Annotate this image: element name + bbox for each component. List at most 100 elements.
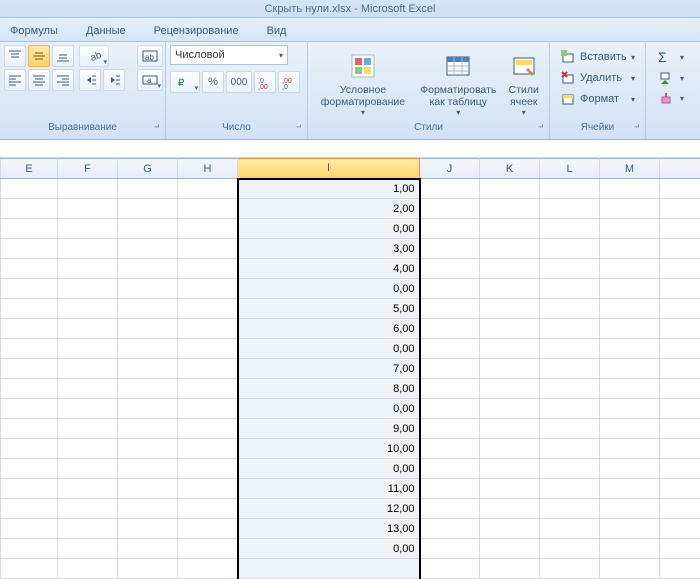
- cell[interactable]: [118, 379, 178, 399]
- cell[interactable]: [58, 319, 118, 339]
- column-header[interactable]: G: [118, 159, 178, 179]
- column-header[interactable]: H: [178, 159, 238, 179]
- cell[interactable]: [600, 399, 660, 419]
- cell[interactable]: [118, 359, 178, 379]
- group-cells-label[interactable]: Ячейки: [554, 122, 641, 138]
- cell[interactable]: 0,00: [238, 219, 420, 239]
- cell[interactable]: [118, 219, 178, 239]
- clear-button[interactable]: ▾: [654, 89, 688, 107]
- number-format-select[interactable]: Числовой ▾: [170, 45, 288, 65]
- cell[interactable]: [178, 399, 238, 419]
- cell[interactable]: [420, 419, 480, 439]
- cell[interactable]: [1, 219, 58, 239]
- cell[interactable]: [540, 479, 600, 499]
- cell[interactable]: [660, 459, 700, 479]
- cell[interactable]: [178, 319, 238, 339]
- cell[interactable]: [420, 339, 480, 359]
- cell[interactable]: [600, 299, 660, 319]
- cell[interactable]: [58, 299, 118, 319]
- cell[interactable]: [58, 459, 118, 479]
- cell[interactable]: [540, 499, 600, 519]
- cell[interactable]: 8,00: [238, 379, 420, 399]
- cell[interactable]: [1, 359, 58, 379]
- tab-data[interactable]: Данные: [84, 21, 128, 41]
- cell[interactable]: [118, 199, 178, 219]
- cell[interactable]: [420, 259, 480, 279]
- cell[interactable]: [660, 219, 700, 239]
- cell[interactable]: [480, 339, 540, 359]
- column-header[interactable]: E: [1, 159, 58, 179]
- cell[interactable]: 3,00: [238, 239, 420, 259]
- cell[interactable]: [1, 179, 58, 199]
- cell[interactable]: [660, 199, 700, 219]
- tab-review[interactable]: Рецензирование: [152, 21, 241, 41]
- cell[interactable]: [480, 299, 540, 319]
- cell[interactable]: [58, 499, 118, 519]
- cell-styles-button[interactable]: Стили ячеек▾: [503, 47, 545, 120]
- cell[interactable]: [1, 459, 58, 479]
- cell[interactable]: [660, 559, 700, 579]
- cell[interactable]: [58, 239, 118, 259]
- increase-indent-button[interactable]: [103, 69, 125, 91]
- table-row[interactable]: 0,00: [1, 339, 700, 359]
- cell[interactable]: [600, 499, 660, 519]
- cell[interactable]: [178, 459, 238, 479]
- cell[interactable]: [540, 239, 600, 259]
- cell[interactable]: [58, 219, 118, 239]
- cell[interactable]: [480, 419, 540, 439]
- cell[interactable]: [238, 559, 420, 579]
- cell[interactable]: [660, 339, 700, 359]
- cell[interactable]: [118, 439, 178, 459]
- cell[interactable]: [480, 519, 540, 539]
- cell[interactable]: [660, 259, 700, 279]
- table-row[interactable]: 5,00: [1, 299, 700, 319]
- group-styles-label[interactable]: Стили: [312, 122, 545, 138]
- cell[interactable]: [178, 239, 238, 259]
- grid-table[interactable]: EFGHIJKLM 1,002,000,003,004,000,005,006,…: [0, 158, 700, 579]
- cell[interactable]: [660, 439, 700, 459]
- table-row[interactable]: 0,00: [1, 399, 700, 419]
- cell[interactable]: [540, 279, 600, 299]
- cell[interactable]: 0,00: [238, 339, 420, 359]
- group-number-label[interactable]: Число: [170, 122, 303, 138]
- column-header[interactable]: L: [540, 159, 600, 179]
- cell[interactable]: [1, 399, 58, 419]
- cell[interactable]: [660, 359, 700, 379]
- cell[interactable]: 12,00: [238, 499, 420, 519]
- cell[interactable]: [420, 299, 480, 319]
- cell[interactable]: [540, 179, 600, 199]
- cell[interactable]: [178, 359, 238, 379]
- cell[interactable]: [660, 319, 700, 339]
- cell[interactable]: [178, 499, 238, 519]
- cell[interactable]: [600, 519, 660, 539]
- conditional-formatting-button[interactable]: Условное форматирование▾: [312, 47, 414, 120]
- table-row[interactable]: 13,00: [1, 519, 700, 539]
- cell[interactable]: [1, 199, 58, 219]
- cell[interactable]: [1, 499, 58, 519]
- cell[interactable]: [1, 319, 58, 339]
- cell[interactable]: [58, 439, 118, 459]
- cell[interactable]: [1, 299, 58, 319]
- wrap-text-button[interactable]: ab: [137, 45, 163, 67]
- cell[interactable]: [660, 419, 700, 439]
- cell[interactable]: [58, 199, 118, 219]
- cell[interactable]: [540, 299, 600, 319]
- cell[interactable]: 0,00: [238, 399, 420, 419]
- cell[interactable]: [58, 539, 118, 559]
- percent-format-button[interactable]: %: [202, 71, 224, 93]
- cell[interactable]: [118, 459, 178, 479]
- cell[interactable]: [540, 339, 600, 359]
- column-header[interactable]: I: [238, 159, 420, 179]
- cell[interactable]: [420, 379, 480, 399]
- cell[interactable]: [540, 399, 600, 419]
- cell[interactable]: [58, 339, 118, 359]
- insert-cells-button[interactable]: Вставить▾: [556, 47, 639, 67]
- cell[interactable]: [540, 459, 600, 479]
- cell[interactable]: [420, 459, 480, 479]
- cell[interactable]: [480, 219, 540, 239]
- cell[interactable]: [178, 179, 238, 199]
- table-row[interactable]: 9,00: [1, 419, 700, 439]
- cell[interactable]: 6,00: [238, 319, 420, 339]
- table-row[interactable]: 3,00: [1, 239, 700, 259]
- cell[interactable]: [540, 379, 600, 399]
